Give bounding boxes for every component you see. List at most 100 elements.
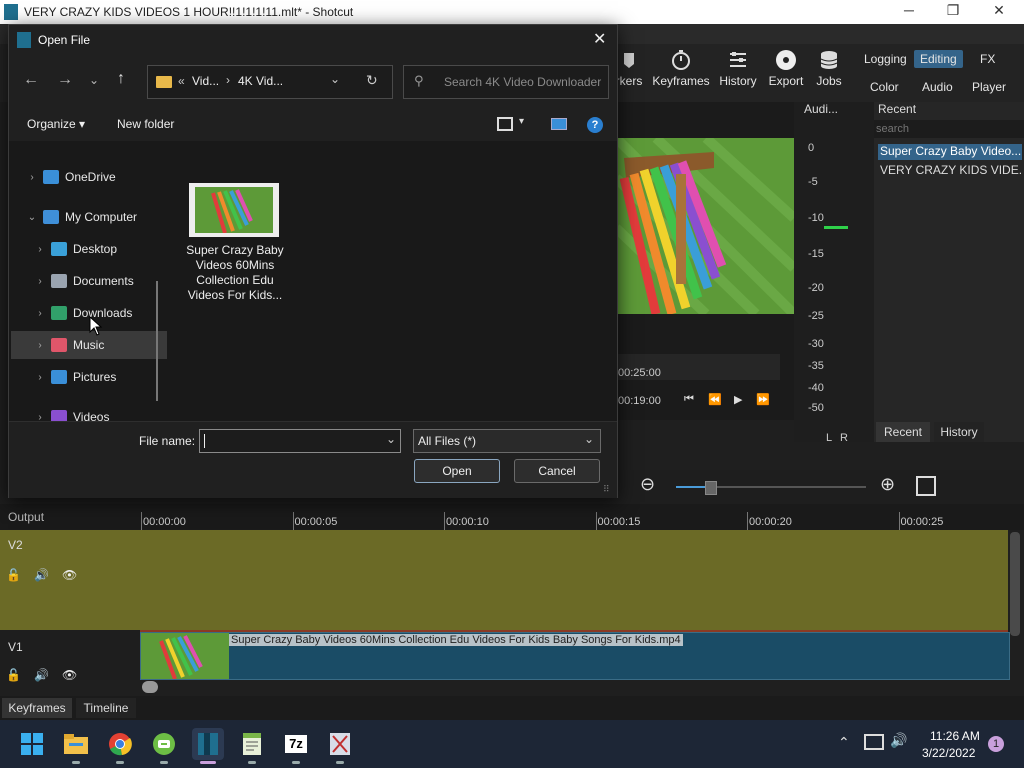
preview-pane-icon[interactable] <box>551 118 567 130</box>
video-preview[interactable] <box>616 138 794 314</box>
volume-icon[interactable]: 🔊 <box>890 732 907 749</box>
refresh-icon[interactable]: ↻ <box>366 72 378 89</box>
search-box[interactable]: ⚲ Search 4K Video Downloader <box>403 65 609 99</box>
chevron-icon[interactable]: ⌄ <box>25 212 39 223</box>
recent-locations-icon[interactable]: ⌄ <box>89 73 99 87</box>
play-icon[interactable]: ▶ <box>734 393 742 406</box>
address-dropdown-icon[interactable]: ⌄ <box>330 72 340 86</box>
chevron-icon[interactable]: › <box>33 372 47 383</box>
markers-button[interactable]: rkers <box>614 48 644 88</box>
layout-color[interactable]: Color <box>864 78 905 96</box>
timeline-scroll-knob[interactable] <box>142 681 158 693</box>
view-icon[interactable] <box>497 117 513 131</box>
tab-history[interactable]: History <box>934 422 984 442</box>
zoom-slider-handle[interactable] <box>705 481 717 495</box>
search-placeholder: Search 4K Video Downloader <box>444 75 602 89</box>
recent-search-input[interactable] <box>874 120 1024 138</box>
taskbar-snipping[interactable] <box>324 728 356 764</box>
layout-player[interactable]: Player <box>966 78 1012 96</box>
taskbar-file-explorer[interactable] <box>60 728 92 764</box>
tab-timeline[interactable]: Timeline <box>76 698 136 718</box>
chevron-icon[interactable]: › <box>33 276 47 287</box>
zoom-out-icon[interactable]: ⊖ <box>640 474 655 495</box>
organize-button[interactable]: Organize ▾ <box>27 117 85 131</box>
zoom-in-icon[interactable]: ⊕ <box>880 474 895 495</box>
taskbar-notepad[interactable] <box>236 728 268 764</box>
tree-item-desktop[interactable]: › Desktop <box>11 235 169 263</box>
forward-arrow-icon[interactable]: → <box>57 71 73 89</box>
tab-recent[interactable]: Recent <box>876 422 930 442</box>
lock-icon[interactable]: 🔓 <box>6 668 21 682</box>
skip-start-icon[interactable]: ⏮ <box>684 393 694 406</box>
view-dropdown-icon[interactable]: ▾ <box>519 116 524 127</box>
address-bar[interactable]: « Vid... › 4K Vid... ⌄ ↻ <box>147 65 393 99</box>
tab-keyframes[interactable]: Keyframes <box>2 698 72 718</box>
track-v2-label: V2 <box>8 538 23 552</box>
chevron-icon[interactable]: › <box>25 172 39 183</box>
path-segment-videos[interactable]: Vid... <box>192 74 219 88</box>
cancel-button[interactable]: Cancel <box>514 459 600 483</box>
export-button[interactable]: Export <box>766 48 806 88</box>
tree-item-onedrive[interactable]: › OneDrive <box>11 163 161 191</box>
dialog-close-button[interactable]: ✕ <box>593 29 606 49</box>
recent-item[interactable]: VERY CRAZY KIDS VIDE... <box>878 163 1022 179</box>
zoom-fit-icon[interactable] <box>916 476 936 496</box>
timeline-ruler[interactable]: Output 00:00:00 00:00:05 00:00:10 00:00:15 0… <box>0 504 1024 530</box>
dialog-command-bar: Organize ▾ New folder ▾ ? <box>9 111 617 141</box>
start-button[interactable] <box>16 728 48 760</box>
chevron-icon[interactable]: › <box>33 244 47 255</box>
filetype-select[interactable]: All Files (*) ⌄ <box>413 429 601 453</box>
chevron-up-icon[interactable]: ⌃ <box>838 734 850 751</box>
file-item[interactable]: Super Crazy Baby Videos 60Mins Collectio… <box>185 183 285 307</box>
help-icon[interactable]: ? <box>587 117 603 133</box>
audio-meter-panel: Audi... 0 -5 -10 -15 -20 -25 -30 -35 -40 -50 L R <box>794 102 874 444</box>
up-arrow-icon[interactable]: ↑ <box>117 70 125 88</box>
notification-badge[interactable]: 1 <box>988 736 1004 752</box>
network-icon[interactable] <box>864 734 884 750</box>
fast-forward-icon[interactable]: ⏩ <box>756 393 770 406</box>
layout-fx[interactable]: FX <box>974 50 1001 68</box>
tree-item-pictures[interactable]: › Pictures <box>11 363 169 391</box>
jobs-button[interactable]: Jobs <box>812 48 846 88</box>
clock-time[interactable]: 11:26 AM <box>930 729 980 743</box>
taskbar-7zip[interactable]: 7z <box>280 728 312 764</box>
maximize-button[interactable]: ❐ <box>930 2 976 22</box>
clock-date[interactable]: 3/22/2022 <box>922 746 975 760</box>
layout-logging[interactable]: Logging <box>858 50 913 68</box>
minimize-button[interactable]: ─ <box>886 2 932 22</box>
close-window-button[interactable]: ✕ <box>976 2 1022 22</box>
eye-icon[interactable]: 👁 <box>62 668 77 682</box>
track-v2[interactable]: V2 🔓 🔊 👁 <box>0 530 1024 632</box>
taskbar-4k-downloader[interactable] <box>148 728 180 764</box>
zoom-slider[interactable] <box>676 481 866 495</box>
taskbar-shotcut[interactable] <box>192 728 224 764</box>
track-v2-body[interactable] <box>140 530 1008 632</box>
rewind-icon[interactable]: ⏪ <box>708 393 722 406</box>
nav-pane-scrollbar[interactable] <box>156 281 158 401</box>
timeline-scrollbar[interactable] <box>1010 532 1020 636</box>
tree-item-documents[interactable]: › Documents <box>11 267 169 295</box>
mute-icon[interactable]: 🔊 <box>34 668 49 682</box>
layout-editing[interactable]: Editing <box>914 50 963 68</box>
back-arrow-icon[interactable]: ← <box>23 71 39 89</box>
lock-icon[interactable]: 🔓 <box>6 568 21 582</box>
mute-icon[interactable]: 🔊 <box>34 568 49 582</box>
taskbar-chrome[interactable] <box>104 728 136 764</box>
chevron-icon[interactable]: › <box>33 340 47 351</box>
filename-input[interactable]: ⌄ <box>199 429 401 453</box>
video-clip[interactable]: Super Crazy Baby Videos 60Mins Collectio… <box>140 632 1010 680</box>
filename-dropdown-icon[interactable]: ⌄ <box>386 432 396 446</box>
path-segment-4k[interactable]: 4K Vid... <box>238 74 283 88</box>
filetype-dropdown-icon: ⌄ <box>584 432 595 446</box>
new-folder-button[interactable]: New folder <box>117 117 174 131</box>
track-v1[interactable]: V1 🔓 🔊 👁 Super Crazy Baby Videos 60Mins … <box>0 630 1024 682</box>
eye-icon[interactable]: 👁 <box>62 568 77 582</box>
tree-item-my-computer[interactable]: ⌄ My Computer <box>11 203 161 231</box>
history-button[interactable]: History <box>716 48 760 88</box>
keyframes-button[interactable]: Keyframes <box>652 48 710 88</box>
layout-audio[interactable]: Audio <box>916 78 959 96</box>
open-button[interactable]: Open <box>414 459 500 483</box>
chevron-icon[interactable]: › <box>33 308 47 319</box>
recent-item[interactable]: Super Crazy Baby Video... <box>878 144 1022 160</box>
resize-grip-icon[interactable]: ⠿ <box>603 484 610 495</box>
